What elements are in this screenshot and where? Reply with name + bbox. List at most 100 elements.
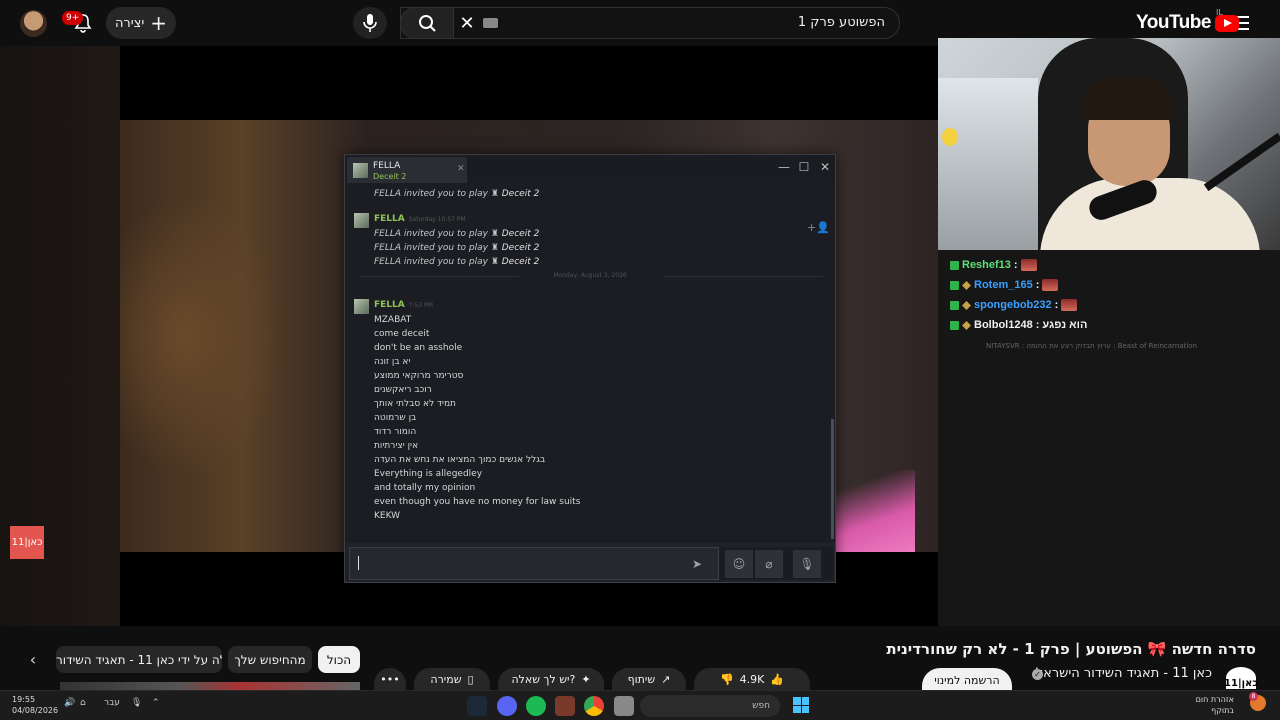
windows-start-icon[interactable]	[793, 697, 809, 713]
subscribe-button[interactable]: הרשמה למינוי	[922, 668, 1012, 692]
attach-icon[interactable]: ⌀	[755, 550, 783, 578]
invite-message: FELLA invited you to play ♜ Deceit 2	[374, 243, 539, 253]
save-label: שמירה	[430, 672, 462, 686]
like-icon[interactable]: 👍	[770, 673, 784, 686]
sender-name[interactable]: FELLA	[374, 300, 405, 310]
badge-icon	[962, 280, 971, 290]
chevron-left-icon[interactable]: ‹	[22, 648, 44, 670]
add-friend-icon[interactable]: +👤	[807, 221, 830, 234]
taskbar-clock[interactable]: 19:55 04/08/2026	[12, 694, 58, 716]
like-dislike-group[interactable]: 👎 4.9K 👍	[694, 668, 810, 690]
chat-message: יא בן זונה	[374, 357, 411, 367]
chevron-up-icon[interactable]: ⌃	[152, 698, 160, 708]
network-icon[interactable]: ⌂	[80, 698, 86, 708]
clock-time: 19:55	[12, 695, 36, 704]
spotify-icon[interactable]	[526, 696, 546, 716]
like-count: 4.9K	[739, 672, 765, 686]
search-input[interactable]: הפשוטע פרק 1 ✕	[400, 7, 900, 39]
related-thumbnails[interactable]	[60, 682, 360, 690]
emoji-icon[interactable]: ☺	[725, 550, 753, 578]
chat-message: רוכב ריאקשנים	[374, 385, 432, 395]
sender-name[interactable]: FELLA	[374, 214, 405, 224]
chat-user: Reshef13	[962, 259, 1011, 271]
chat-tab-fella[interactable]: FELLA Deceit 2 ✕	[347, 157, 467, 183]
steam-titlebar[interactable]: FELLA Deceit 2 ✕ — ☐ ✕	[345, 155, 835, 183]
minimize-icon[interactable]: —	[774, 157, 794, 177]
steam-icon[interactable]	[467, 696, 487, 716]
chat-message: בגלל אנשים כמוך המציאו את נחש את העדה	[374, 455, 546, 465]
chip-uploaded-by[interactable]: הועלה על ידי כאן 11 - תאגיד השידור	[56, 646, 222, 673]
steam-chat-window[interactable]: FELLA Deceit 2 ✕ — ☐ ✕ +👤 FELLA invited …	[344, 154, 836, 583]
message-input[interactable]	[349, 547, 719, 580]
video-scene-detail	[835, 470, 915, 552]
channel-avatar[interactable]: כאן|11	[1224, 667, 1258, 689]
chat-message-faded: NITAYSVR : ערוץ תבדוק רצע את החומה : Bea…	[986, 342, 1197, 350]
invite-text: FELLA invited you to play	[374, 189, 488, 199]
volume-icon[interactable]: 🔊	[64, 698, 75, 708]
chat-message: Rotem_165 :	[950, 277, 1059, 293]
dislike-icon[interactable]: 👎	[720, 673, 734, 686]
scrollbar[interactable]	[831, 419, 834, 539]
ask-button[interactable]: יש לך שאלה? ✦	[498, 668, 604, 690]
save-button[interactable]: שמירה ▯	[414, 668, 490, 690]
chat-text: הוא נפגע	[1042, 319, 1088, 331]
close-window-icon[interactable]: ✕	[815, 157, 835, 177]
chip-all[interactable]: הכול	[318, 646, 360, 673]
invite-text: FELLA invited you to play	[374, 257, 488, 267]
create-button[interactable]: יצירה +	[106, 7, 176, 39]
sparkle-icon: ✦	[581, 672, 591, 686]
badge-icon	[950, 320, 959, 330]
search-icon	[419, 15, 436, 32]
voice-search-button[interactable]	[353, 7, 387, 39]
chip-from-search[interactable]: מהחיפוש שלך	[228, 646, 312, 673]
chat-message: אין יצירתיות	[374, 441, 419, 451]
chrome-icon[interactable]	[584, 696, 604, 716]
discord-icon[interactable]	[497, 696, 517, 716]
sender-header: FELLA 7:53 PM	[374, 300, 433, 310]
invite-game[interactable]: Deceit 2	[502, 257, 540, 267]
youtube-logo[interactable]: YouTube IL	[1136, 8, 1239, 34]
twitch-chat-overlay: Reshef13 : Rotem_165 : spongebob232 : Bo…	[938, 250, 1280, 626]
message-time: 7:53 PM	[408, 302, 433, 309]
app-icon[interactable]	[555, 696, 575, 716]
sender-avatar[interactable]	[354, 213, 369, 228]
game-icon: ♜	[490, 189, 502, 199]
chat-message: even though you have no money for law su…	[374, 497, 581, 507]
keyboard-icon[interactable]	[483, 18, 498, 28]
emote-icon	[1042, 279, 1059, 291]
share-label: שיתוף	[627, 672, 656, 686]
chat-message: spongebob232 :	[950, 297, 1078, 313]
avatar[interactable]	[20, 10, 47, 37]
share-button[interactable]: שיתוף ↗	[612, 668, 686, 690]
taskbar-search[interactable]: חפש	[640, 695, 780, 717]
file-explorer-icon[interactable]	[614, 696, 634, 716]
sender-avatar[interactable]	[354, 299, 369, 314]
voice-chat-icon[interactable]: 🎙	[793, 550, 821, 578]
invite-game[interactable]: Deceit 2	[502, 243, 540, 253]
maximize-icon[interactable]: ☐	[794, 157, 814, 177]
chat-separator: :	[1054, 299, 1059, 311]
chat-user: spongebob232	[974, 299, 1052, 311]
tab-game-status: Deceit 2	[373, 172, 407, 181]
logo-text: YouTube	[1136, 12, 1211, 33]
notification-badge: 9+	[62, 11, 84, 25]
game-icon: ♜	[490, 243, 502, 253]
mic-tray-icon[interactable]: 🎙	[131, 698, 142, 708]
chat-user: Rotem_165	[974, 279, 1033, 291]
invite-game[interactable]: Deceit 2	[502, 189, 540, 199]
invite-game[interactable]: Deceit 2	[502, 229, 540, 239]
chat-separator: :	[1013, 259, 1018, 271]
channel-name[interactable]: כאן 11 - תאגיד השידור הישראלי	[1033, 666, 1212, 681]
video-title: סדרה חדשה 🎀 הפשוטע | פרק 1 - לא רק שחורד…	[886, 640, 1256, 658]
steam-message-log[interactable]: +👤 FELLA invited you to play ♜ Deceit 2 …	[345, 183, 835, 543]
close-tab-icon[interactable]: ✕	[457, 164, 465, 174]
weather-badge: 8	[1249, 692, 1258, 701]
search-button[interactable]	[400, 7, 454, 39]
streamer-webcam	[938, 38, 1280, 250]
clear-search-icon[interactable]: ✕	[457, 13, 477, 34]
send-icon[interactable]: ➤	[683, 550, 711, 578]
sender-header: FELLA Saturday 10:57 PM	[374, 214, 466, 224]
microphone-icon	[363, 14, 377, 32]
language-indicator[interactable]: עבר	[104, 698, 120, 708]
weather-widget[interactable]: אזהרת חום בתוקף	[1196, 694, 1234, 716]
